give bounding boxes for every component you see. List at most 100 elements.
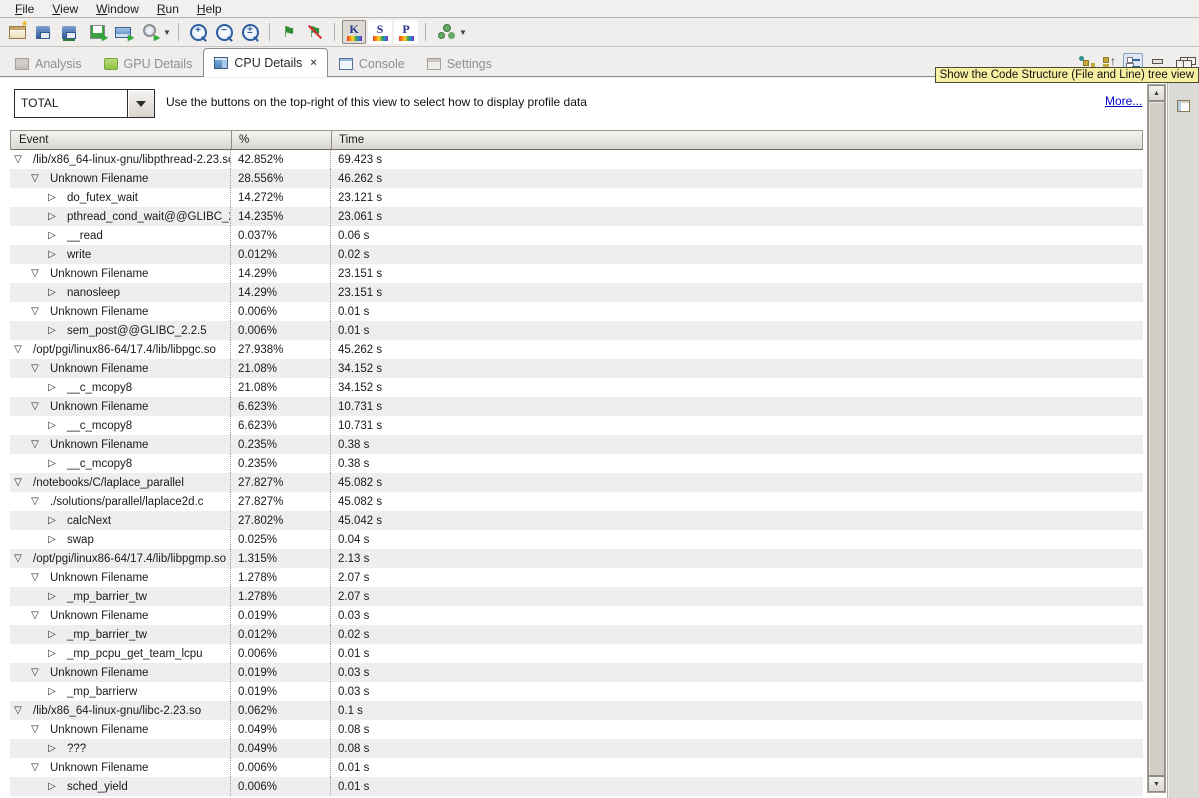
table-row[interactable]: ▷write0.012%0.02 s <box>10 245 1143 264</box>
collapse-twisty-icon[interactable]: ▽ <box>29 762 41 773</box>
table-row[interactable]: ▷_mp_barrierw0.019%0.03 s <box>10 682 1143 701</box>
table-row[interactable]: ▽Unknown Filename0.049%0.08 s <box>10 720 1143 739</box>
menu-file[interactable]: File <box>6 1 43 17</box>
zoom-out-icon[interactable] <box>212 20 236 44</box>
table-row[interactable]: ▷__c_mcopy821.08%34.152 s <box>10 378 1143 397</box>
expand-twisty-icon[interactable]: ▷ <box>46 230 58 241</box>
collapse-twisty-icon[interactable]: ▽ <box>12 705 24 716</box>
save-as-icon[interactable] <box>57 20 81 44</box>
column-header-event[interactable]: Event <box>11 131 231 149</box>
tab-console[interactable]: Console <box>328 50 416 76</box>
collapse-twisty-icon[interactable]: ▽ <box>29 610 41 621</box>
vertical-scrollbar[interactable]: ▲ ▼ <box>1147 84 1166 793</box>
menu-window[interactable]: Window <box>87 1 148 17</box>
tab-gpu-details[interactable]: GPU Details <box>93 50 204 76</box>
collapse-twisty-icon[interactable]: ▽ <box>29 667 41 678</box>
flag-clear-icon[interactable] <box>303 20 327 44</box>
import-profile-icon[interactable] <box>111 20 135 44</box>
table-row[interactable]: ▷calcNext27.802%45.042 s <box>10 511 1143 530</box>
table-row[interactable]: ▷_mp_barrier_tw1.278%2.07 s <box>10 587 1143 606</box>
collapse-twisty-icon[interactable]: ▽ <box>29 363 41 374</box>
tab-settings[interactable]: Settings <box>416 50 503 76</box>
collapse-twisty-icon[interactable]: ▽ <box>12 154 24 165</box>
flag-forward-icon[interactable] <box>277 20 301 44</box>
table-row[interactable]: ▷sched_yield0.006%0.01 s <box>10 777 1143 796</box>
table-row[interactable]: ▷__c_mcopy86.623%10.731 s <box>10 416 1143 435</box>
minimized-view-icon[interactable] <box>1177 100 1190 112</box>
table-row[interactable]: ▽Unknown Filename28.556%46.262 s <box>10 169 1143 188</box>
more-link[interactable]: More... <box>1105 94 1142 108</box>
menu-run[interactable]: Run <box>148 1 188 17</box>
collapse-twisty-icon[interactable]: ▽ <box>29 401 41 412</box>
expand-twisty-icon[interactable]: ▷ <box>46 591 58 602</box>
expand-twisty-icon[interactable]: ▷ <box>46 249 58 260</box>
collapse-twisty-icon[interactable]: ▽ <box>29 724 41 735</box>
expand-twisty-icon[interactable]: ▷ <box>46 629 58 640</box>
scroll-down-button[interactable]: ▼ <box>1148 776 1165 792</box>
scrollbar-thumb[interactable] <box>1148 101 1165 776</box>
table-row[interactable]: ▽/lib/x86_64-linux-gnu/libpthread-2.23.s… <box>10 150 1143 169</box>
table-row[interactable]: ▽Unknown Filename14.29%23.151 s <box>10 264 1143 283</box>
zoom-fit-icon[interactable] <box>238 20 262 44</box>
table-row[interactable]: ▷do_futex_wait14.272%23.121 s <box>10 188 1143 207</box>
save-icon[interactable] <box>31 20 55 44</box>
table-row[interactable]: ▽/notebooks/C/laplace_parallel27.827%45.… <box>10 473 1143 492</box>
expand-twisty-icon[interactable]: ▷ <box>46 420 58 431</box>
table-row[interactable]: ▷__c_mcopy80.235%0.38 s <box>10 454 1143 473</box>
expand-twisty-icon[interactable]: ▷ <box>46 192 58 203</box>
collapse-twisty-icon[interactable]: ▽ <box>12 344 24 355</box>
collapse-twisty-icon[interactable]: ▽ <box>29 173 41 184</box>
process-view-icon[interactable] <box>394 20 418 44</box>
tab-analysis[interactable]: Analysis <box>4 50 93 76</box>
table-row[interactable]: ▽/opt/pgi/linux86-64/17.4/lib/libpgmp.so… <box>10 549 1143 568</box>
table-row[interactable]: ▷_mp_pcpu_get_team_lcpu0.006%0.01 s <box>10 644 1143 663</box>
collapse-twisty-icon[interactable]: ▽ <box>29 572 41 583</box>
table-row[interactable]: ▷???0.049%0.08 s <box>10 739 1143 758</box>
collapse-twisty-icon[interactable]: ▽ <box>12 553 24 564</box>
scroll-up-button[interactable]: ▲ <box>1148 85 1165 101</box>
call-tree-icon[interactable] <box>433 20 457 44</box>
table-row[interactable]: ▽Unknown Filename0.006%0.01 s <box>10 758 1143 777</box>
table-row[interactable]: ▽/opt/pgi/linux86-64/17.4/lib/libpgc.so2… <box>10 340 1143 359</box>
expand-twisty-icon[interactable]: ▷ <box>46 382 58 393</box>
table-row[interactable]: ▷_mp_barrier_tw0.012%0.02 s <box>10 625 1143 644</box>
table-row[interactable]: ▷__read0.037%0.06 s <box>10 226 1143 245</box>
tab-cpu-details[interactable]: CPU Details× <box>203 48 328 77</box>
search-run-icon[interactable] <box>137 20 161 44</box>
tab-close-icon[interactable]: × <box>310 57 316 69</box>
expand-twisty-icon[interactable]: ▷ <box>46 743 58 754</box>
collapse-twisty-icon[interactable]: ▽ <box>29 268 41 279</box>
dropdown-arrow-icon[interactable]: ▼ <box>458 28 468 37</box>
collapse-twisty-icon[interactable]: ▽ <box>12 477 24 488</box>
table-row[interactable]: ▽Unknown Filename6.623%10.731 s <box>10 397 1143 416</box>
expand-twisty-icon[interactable]: ▷ <box>46 648 58 659</box>
expand-twisty-icon[interactable]: ▷ <box>46 325 58 336</box>
combo-value[interactable]: TOTAL <box>14 89 128 118</box>
new-window-icon[interactable] <box>5 20 29 44</box>
dropdown-arrow-icon[interactable]: ▼ <box>162 28 172 37</box>
menu-help[interactable]: Help <box>188 1 231 17</box>
expand-twisty-icon[interactable]: ▷ <box>46 781 58 792</box>
expand-twisty-icon[interactable]: ▷ <box>46 458 58 469</box>
kernel-view-icon[interactable] <box>342 20 366 44</box>
table-row[interactable]: ▽./solutions/parallel/laplace2d.c27.827%… <box>10 492 1143 511</box>
expand-twisty-icon[interactable]: ▷ <box>46 515 58 526</box>
table-row[interactable]: ▽Unknown Filename0.006%0.01 s <box>10 302 1143 321</box>
table-row[interactable]: ▷swap0.025%0.04 s <box>10 530 1143 549</box>
table-row[interactable]: ▷sem_post@@GLIBC_2.2.50.006%0.01 s <box>10 321 1143 340</box>
collapse-twisty-icon[interactable]: ▽ <box>29 496 41 507</box>
stream-view-icon[interactable] <box>368 20 392 44</box>
column-header-pct[interactable]: % <box>231 131 331 149</box>
table-row[interactable]: ▽Unknown Filename0.019%0.03 s <box>10 663 1143 682</box>
column-header-time[interactable]: Time <box>331 131 1142 149</box>
table-row[interactable]: ▽Unknown Filename1.278%2.07 s <box>10 568 1143 587</box>
expand-twisty-icon[interactable]: ▷ <box>46 287 58 298</box>
expand-twisty-icon[interactable]: ▷ <box>46 686 58 697</box>
combo-dropdown-button[interactable] <box>128 89 155 118</box>
collapse-twisty-icon[interactable]: ▽ <box>29 439 41 450</box>
expand-twisty-icon[interactable]: ▷ <box>46 211 58 222</box>
profile-chart-icon[interactable] <box>85 20 109 44</box>
menu-view[interactable]: View <box>43 1 87 17</box>
collapse-twisty-icon[interactable]: ▽ <box>29 306 41 317</box>
table-row[interactable]: ▷pthread_cond_wait@@GLIBC_2.314.235%23.0… <box>10 207 1143 226</box>
